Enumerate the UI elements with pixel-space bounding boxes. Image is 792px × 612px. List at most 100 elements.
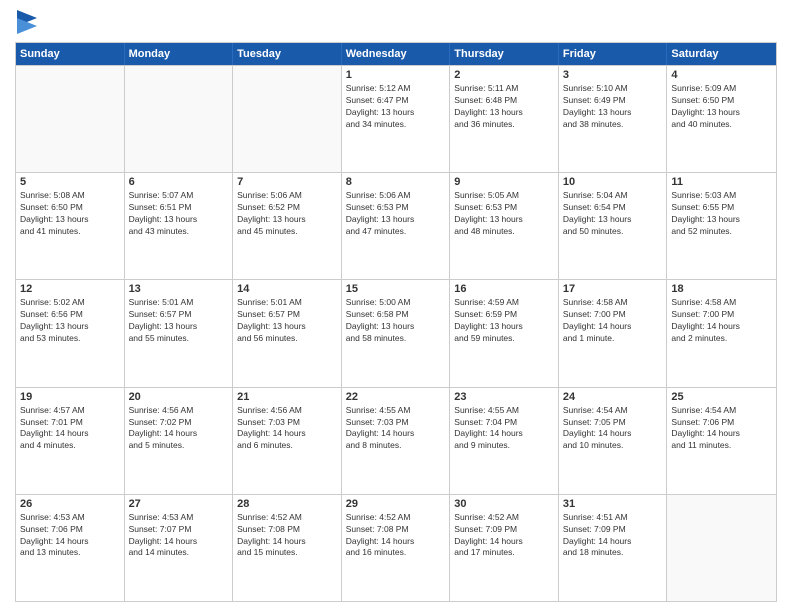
day-number: 3	[563, 69, 663, 81]
empty-cell	[125, 66, 234, 172]
day-number: 20	[129, 391, 229, 403]
week-row-4: 19 Sunrise: 4:57 AMSunset: 7:01 PMDayligh…	[16, 387, 776, 494]
day-number: 14	[237, 283, 337, 295]
day-number: 8	[346, 176, 446, 188]
day-cell-25: 25Sunrise: 4:54 AMSunset: 7:06 PMDayligh…	[667, 388, 776, 494]
day-number: 27	[129, 498, 229, 510]
calendar-body: 1 Sunrise: 5:12 AMSunset: 6:47 PMDaylight…	[16, 65, 776, 601]
empty-cell	[667, 495, 776, 601]
cell-info: Sunrise: 4:55 AMSunset: 7:04 PMDaylight:…	[454, 405, 554, 453]
cell-info: Sunrise: 4:58 AMSunset: 7:00 PMDaylight:…	[563, 297, 663, 345]
day-cell-2: 2 Sunrise: 5:11 AMSunset: 6:48 PMDaylight…	[450, 66, 559, 172]
cell-info: Sunrise: 5:09 AMSunset: 6:50 PMDaylight:…	[671, 83, 772, 131]
day-cell-22: 22 Sunrise: 4:55 AMSunset: 7:03 PMDayligh…	[342, 388, 451, 494]
day-cell-30: 30 Sunrise: 4:52 AMSunset: 7:09 PMDayligh…	[450, 495, 559, 601]
cell-info: Sunrise: 5:03 AMSunset: 6:55 PMDaylight:…	[671, 190, 772, 238]
cell-info: Sunrise: 5:01 AMSunset: 6:57 PMDaylight:…	[129, 297, 229, 345]
day-number: 31	[563, 498, 663, 510]
day-number: 4	[671, 69, 772, 81]
day-cell-1: 1 Sunrise: 5:12 AMSunset: 6:47 PMDaylight…	[342, 66, 451, 172]
cell-info: Sunrise: 4:57 AMSunset: 7:01 PMDaylight:…	[20, 405, 120, 453]
day-cell-19: 19 Sunrise: 4:57 AMSunset: 7:01 PMDayligh…	[16, 388, 125, 494]
day-number: 10	[563, 176, 663, 188]
cell-info: Sunrise: 5:01 AMSunset: 6:57 PMDaylight:…	[237, 297, 337, 345]
cell-info: Sunrise: 4:56 AMSunset: 7:03 PMDaylight:…	[237, 405, 337, 453]
logo	[15, 10, 37, 34]
day-cell-7: 7Sunrise: 5:06 AMSunset: 6:52 PMDaylight…	[233, 173, 342, 279]
cell-info: Sunrise: 4:52 AMSunset: 7:09 PMDaylight:…	[454, 512, 554, 560]
cell-info: Sunrise: 5:00 AMSunset: 6:58 PMDaylight:…	[346, 297, 446, 345]
week-row-3: 12Sunrise: 5:02 AMSunset: 6:56 PMDayligh…	[16, 279, 776, 386]
day-cell-17: 17 Sunrise: 4:58 AMSunset: 7:00 PMDayligh…	[559, 280, 668, 386]
day-number: 1	[346, 69, 446, 81]
day-cell-23: 23 Sunrise: 4:55 AMSunset: 7:04 PMDayligh…	[450, 388, 559, 494]
day-cell-4: 4 Sunrise: 5:09 AMSunset: 6:50 PMDaylight…	[667, 66, 776, 172]
day-number: 25	[671, 391, 772, 403]
cell-info: Sunrise: 4:53 AMSunset: 7:06 PMDaylight:…	[20, 512, 120, 560]
day-cell-9: 9 Sunrise: 5:05 AMSunset: 6:53 PMDaylight…	[450, 173, 559, 279]
day-number: 15	[346, 283, 446, 295]
week-row-2: 5 Sunrise: 5:08 AMSunset: 6:50 PMDaylight…	[16, 172, 776, 279]
header-day-tuesday: Tuesday	[233, 43, 342, 65]
header-day-saturday: Saturday	[667, 43, 776, 65]
empty-cell	[233, 66, 342, 172]
page: SundayMondayTuesdayWednesdayThursdayFrid…	[0, 0, 792, 612]
day-cell-12: 12Sunrise: 5:02 AMSunset: 6:56 PMDayligh…	[16, 280, 125, 386]
cell-info: Sunrise: 4:59 AMSunset: 6:59 PMDaylight:…	[454, 297, 554, 345]
day-cell-11: 11 Sunrise: 5:03 AMSunset: 6:55 PMDayligh…	[667, 173, 776, 279]
cell-info: Sunrise: 5:11 AMSunset: 6:48 PMDaylight:…	[454, 83, 554, 131]
logo-icon	[17, 10, 37, 34]
day-number: 22	[346, 391, 446, 403]
calendar: SundayMondayTuesdayWednesdayThursdayFrid…	[15, 42, 777, 602]
day-cell-20: 20 Sunrise: 4:56 AMSunset: 7:02 PMDayligh…	[125, 388, 234, 494]
day-number: 11	[671, 176, 772, 188]
cell-info: Sunrise: 4:56 AMSunset: 7:02 PMDaylight:…	[129, 405, 229, 453]
day-cell-3: 3 Sunrise: 5:10 AMSunset: 6:49 PMDaylight…	[559, 66, 668, 172]
day-number: 28	[237, 498, 337, 510]
cell-info: Sunrise: 5:12 AMSunset: 6:47 PMDaylight:…	[346, 83, 446, 131]
header-day-wednesday: Wednesday	[342, 43, 451, 65]
cell-info: Sunrise: 4:54 AMSunset: 7:05 PMDaylight:…	[563, 405, 663, 453]
calendar-header: SundayMondayTuesdayWednesdayThursdayFrid…	[16, 43, 776, 65]
header	[15, 10, 777, 34]
cell-info: Sunrise: 4:52 AMSunset: 7:08 PMDaylight:…	[237, 512, 337, 560]
header-day-thursday: Thursday	[450, 43, 559, 65]
header-day-monday: Monday	[125, 43, 234, 65]
cell-info: Sunrise: 4:51 AMSunset: 7:09 PMDaylight:…	[563, 512, 663, 560]
cell-info: Sunrise: 4:58 AMSunset: 7:00 PMDaylight:…	[671, 297, 772, 345]
empty-cell	[16, 66, 125, 172]
day-cell-21: 21Sunrise: 4:56 AMSunset: 7:03 PMDayligh…	[233, 388, 342, 494]
day-number: 17	[563, 283, 663, 295]
day-cell-29: 29 Sunrise: 4:52 AMSunset: 7:08 PMDayligh…	[342, 495, 451, 601]
cell-info: Sunrise: 4:55 AMSunset: 7:03 PMDaylight:…	[346, 405, 446, 453]
cell-info: Sunrise: 5:04 AMSunset: 6:54 PMDaylight:…	[563, 190, 663, 238]
day-cell-13: 13 Sunrise: 5:01 AMSunset: 6:57 PMDayligh…	[125, 280, 234, 386]
day-cell-28: 28 Sunrise: 4:52 AMSunset: 7:08 PMDayligh…	[233, 495, 342, 601]
cell-info: Sunrise: 5:08 AMSunset: 6:50 PMDaylight:…	[20, 190, 120, 238]
cell-info: Sunrise: 4:53 AMSunset: 7:07 PMDaylight:…	[129, 512, 229, 560]
day-number: 13	[129, 283, 229, 295]
week-row-5: 26 Sunrise: 4:53 AMSunset: 7:06 PMDayligh…	[16, 494, 776, 601]
cell-info: Sunrise: 5:10 AMSunset: 6:49 PMDaylight:…	[563, 83, 663, 131]
header-day-sunday: Sunday	[16, 43, 125, 65]
day-number: 23	[454, 391, 554, 403]
day-cell-16: 16 Sunrise: 4:59 AMSunset: 6:59 PMDayligh…	[450, 280, 559, 386]
day-cell-5: 5 Sunrise: 5:08 AMSunset: 6:50 PMDaylight…	[16, 173, 125, 279]
day-cell-31: 31 Sunrise: 4:51 AMSunset: 7:09 PMDayligh…	[559, 495, 668, 601]
day-number: 26	[20, 498, 120, 510]
day-number: 29	[346, 498, 446, 510]
day-number: 30	[454, 498, 554, 510]
cell-info: Sunrise: 5:02 AMSunset: 6:56 PMDaylight:…	[20, 297, 120, 345]
week-row-1: 1 Sunrise: 5:12 AMSunset: 6:47 PMDaylight…	[16, 65, 776, 172]
day-number: 16	[454, 283, 554, 295]
cell-info: Sunrise: 5:06 AMSunset: 6:53 PMDaylight:…	[346, 190, 446, 238]
day-cell-14: 14 Sunrise: 5:01 AMSunset: 6:57 PMDayligh…	[233, 280, 342, 386]
day-number: 9	[454, 176, 554, 188]
cell-info: Sunrise: 4:52 AMSunset: 7:08 PMDaylight:…	[346, 512, 446, 560]
day-number: 5	[20, 176, 120, 188]
day-number: 19	[20, 391, 120, 403]
day-cell-24: 24Sunrise: 4:54 AMSunset: 7:05 PMDayligh…	[559, 388, 668, 494]
day-number: 7	[237, 176, 337, 188]
cell-info: Sunrise: 5:05 AMSunset: 6:53 PMDaylight:…	[454, 190, 554, 238]
day-number: 2	[454, 69, 554, 81]
